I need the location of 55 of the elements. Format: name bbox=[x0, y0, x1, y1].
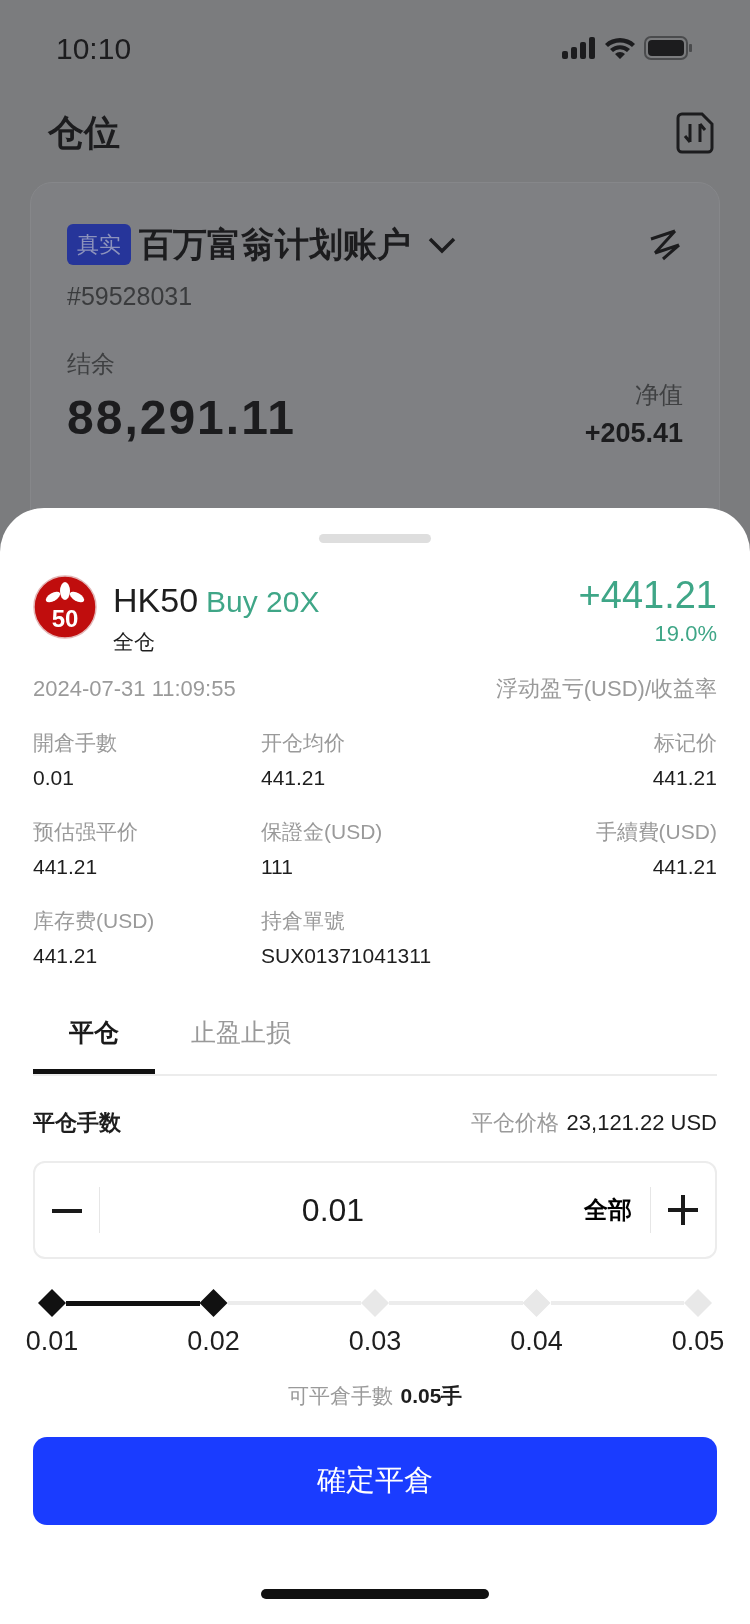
detail-label: 开仓均价 bbox=[260, 729, 346, 756]
slider-label: 0.03 bbox=[347, 1325, 403, 1358]
detail-label: 手續費(USD) bbox=[594, 818, 717, 845]
account-number: #59528031 bbox=[67, 281, 194, 312]
equity-label: 净值 bbox=[634, 380, 683, 410]
signal-icon bbox=[562, 37, 596, 59]
detail-value: SUX01371041311 bbox=[260, 943, 433, 969]
detail-value: 441.21 bbox=[33, 943, 99, 969]
minus-icon bbox=[52, 1208, 82, 1213]
equity-value: +205.41 bbox=[584, 417, 683, 450]
detail-label: 保證金(USD) bbox=[260, 818, 384, 845]
symbol-logo: 50 bbox=[33, 575, 97, 639]
battery-icon bbox=[644, 36, 692, 60]
slider-track[interactable] bbox=[66, 1300, 200, 1306]
detail-label: 持倉單號 bbox=[260, 907, 346, 934]
close-price-label: 平仓价格 bbox=[470, 1109, 559, 1137]
detail-label: 库存费(USD) bbox=[33, 907, 156, 934]
quantity-field[interactable]: 0.01 全部 bbox=[33, 1161, 717, 1259]
page-title: 仓位 bbox=[48, 111, 120, 155]
plus-icon bbox=[668, 1195, 698, 1225]
detail-value: 0.01 bbox=[33, 765, 75, 791]
available-label: 可平倉手數 bbox=[287, 1382, 393, 1409]
slider-label: 0.05 bbox=[670, 1325, 726, 1358]
slider-label: 0.02 bbox=[186, 1325, 241, 1358]
pnl-caption: 浮动盈亏(USD)/收益率 bbox=[495, 674, 717, 703]
detail-label: 标记价 bbox=[652, 729, 717, 756]
wifi-icon bbox=[604, 36, 636, 60]
pnl-value: +441.21 bbox=[578, 575, 717, 617]
slider-label: 0.04 bbox=[509, 1325, 564, 1358]
detail-value: 441.21 bbox=[33, 854, 99, 880]
detail-value: 441.21 bbox=[260, 765, 327, 791]
status-time: 10:10 bbox=[56, 30, 132, 67]
available-value: 0.05手 bbox=[400, 1382, 463, 1409]
margin-mode: 全仓 bbox=[113, 629, 156, 655]
detail-value: 441.21 bbox=[651, 765, 717, 791]
detail-value: 111 bbox=[260, 854, 294, 880]
detail-label: 開倉手數 bbox=[33, 729, 118, 756]
slider-label: 0.01 bbox=[24, 1325, 80, 1358]
pnl-rate: 19.0% bbox=[653, 619, 717, 648]
detail-label: 预估强平价 bbox=[33, 818, 139, 845]
chevron-down-icon[interactable] bbox=[427, 235, 457, 254]
document-icon[interactable] bbox=[676, 112, 714, 154]
account-type-tag: 真实 bbox=[67, 224, 131, 265]
balance-value: 88,291.11 bbox=[67, 389, 296, 446]
order-side: Buy 20X bbox=[206, 584, 320, 620]
symbol-name: HK50 bbox=[113, 580, 199, 621]
balance-label: 结余 bbox=[67, 348, 116, 379]
all-button[interactable]: 全部 bbox=[566, 1192, 651, 1228]
tab[interactable]: 平仓 bbox=[33, 1013, 155, 1074]
close-lots-label: 平仓手数 bbox=[33, 1109, 121, 1137]
close-price-value: 23,121.22 USD bbox=[566, 1109, 717, 1137]
account-name: 百万富翁计划账户 bbox=[139, 224, 411, 265]
open-time: 2024-07-31 11:09:55 bbox=[33, 674, 236, 703]
detail-value: 441.21 bbox=[651, 854, 717, 880]
confirm-button[interactable]: 確定平倉 bbox=[33, 1437, 717, 1525]
